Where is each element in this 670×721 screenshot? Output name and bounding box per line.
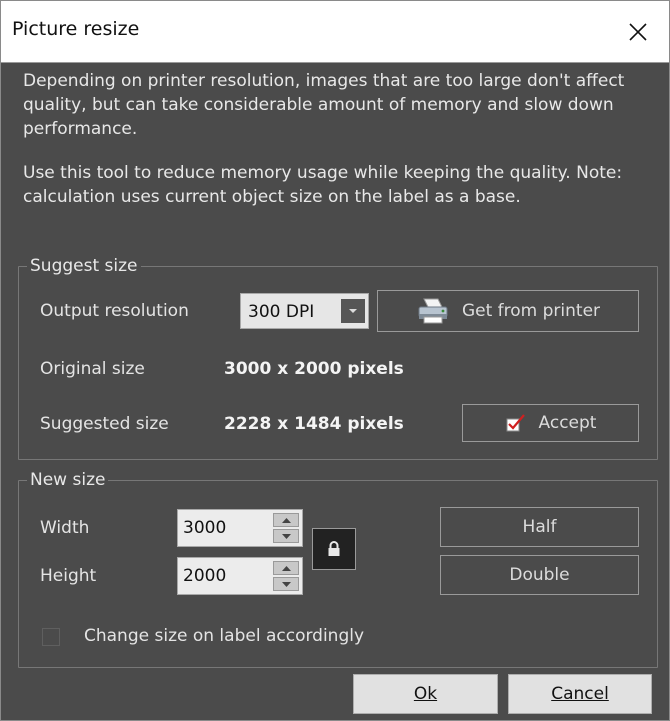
arrow-down-icon xyxy=(281,581,291,587)
height-label: Height xyxy=(40,566,97,586)
dropdown-button[interactable] xyxy=(341,299,365,323)
printer-icon xyxy=(416,297,450,325)
ok-label: Ok xyxy=(413,684,438,704)
arrow-up-icon xyxy=(281,565,291,571)
suggest-size-legend: Suggest size xyxy=(27,255,141,277)
picture-resize-dialog: Picture resize Depending on printer reso… xyxy=(0,0,670,721)
lock-icon xyxy=(328,541,340,556)
ok-button[interactable]: Ok xyxy=(353,674,498,714)
height-decrement-button[interactable] xyxy=(273,577,299,591)
description-text: Depending on printer resolution, images … xyxy=(23,69,663,209)
original-size-value: 3000 x 2000 pixels xyxy=(224,359,404,379)
change-size-checkbox[interactable] xyxy=(42,628,60,646)
height-stepper[interactable]: 2000 xyxy=(177,557,303,595)
accept-label: Accept xyxy=(538,413,597,433)
half-label: Half xyxy=(522,517,557,537)
new-size-legend: New size xyxy=(27,469,109,491)
output-resolution-label: Output resolution xyxy=(40,301,189,321)
height-input[interactable]: 2000 xyxy=(183,566,226,586)
output-resolution-value: 300 DPI xyxy=(248,302,315,322)
aspect-lock-button[interactable] xyxy=(312,528,356,570)
arrow-down-icon xyxy=(281,533,291,539)
dialog-title: Picture resize xyxy=(12,18,140,40)
suggested-size-value: 2228 x 1484 pixels xyxy=(224,414,404,434)
arrow-up-icon xyxy=(281,517,291,523)
get-from-printer-label: Get from printer xyxy=(461,301,601,321)
cancel-button[interactable]: Cancel xyxy=(508,674,652,714)
height-increment-button[interactable] xyxy=(273,561,299,575)
close-button[interactable] xyxy=(607,1,669,62)
width-stepper[interactable]: 3000 xyxy=(177,509,303,547)
suggested-size-label: Suggested size xyxy=(40,414,169,434)
title-bar: Picture resize xyxy=(1,1,669,63)
cancel-label: Cancel xyxy=(551,684,609,704)
double-button[interactable]: Double xyxy=(440,555,639,595)
description-paragraph-1: Depending on printer resolution, images … xyxy=(23,71,625,139)
width-decrement-button[interactable] xyxy=(273,529,299,543)
description-paragraph-2: Use this tool to reduce memory usage whi… xyxy=(23,163,623,207)
width-spin-buttons xyxy=(273,513,299,543)
width-input[interactable]: 3000 xyxy=(183,518,226,538)
checkbox-checked-icon xyxy=(505,413,527,433)
accept-button[interactable]: Accept xyxy=(462,404,639,442)
original-size-label: Original size xyxy=(40,359,145,379)
get-from-printer-button[interactable]: Get from printer xyxy=(377,290,639,332)
height-spin-buttons xyxy=(273,561,299,591)
half-button[interactable]: Half xyxy=(440,507,639,547)
output-resolution-select[interactable]: 300 DPI xyxy=(240,293,369,329)
close-icon xyxy=(629,22,647,41)
chevron-down-icon xyxy=(349,309,357,313)
width-label: Width xyxy=(40,518,90,538)
change-size-label[interactable]: Change size on label accordingly xyxy=(84,626,364,646)
double-label: Double xyxy=(509,565,570,585)
width-increment-button[interactable] xyxy=(273,513,299,527)
